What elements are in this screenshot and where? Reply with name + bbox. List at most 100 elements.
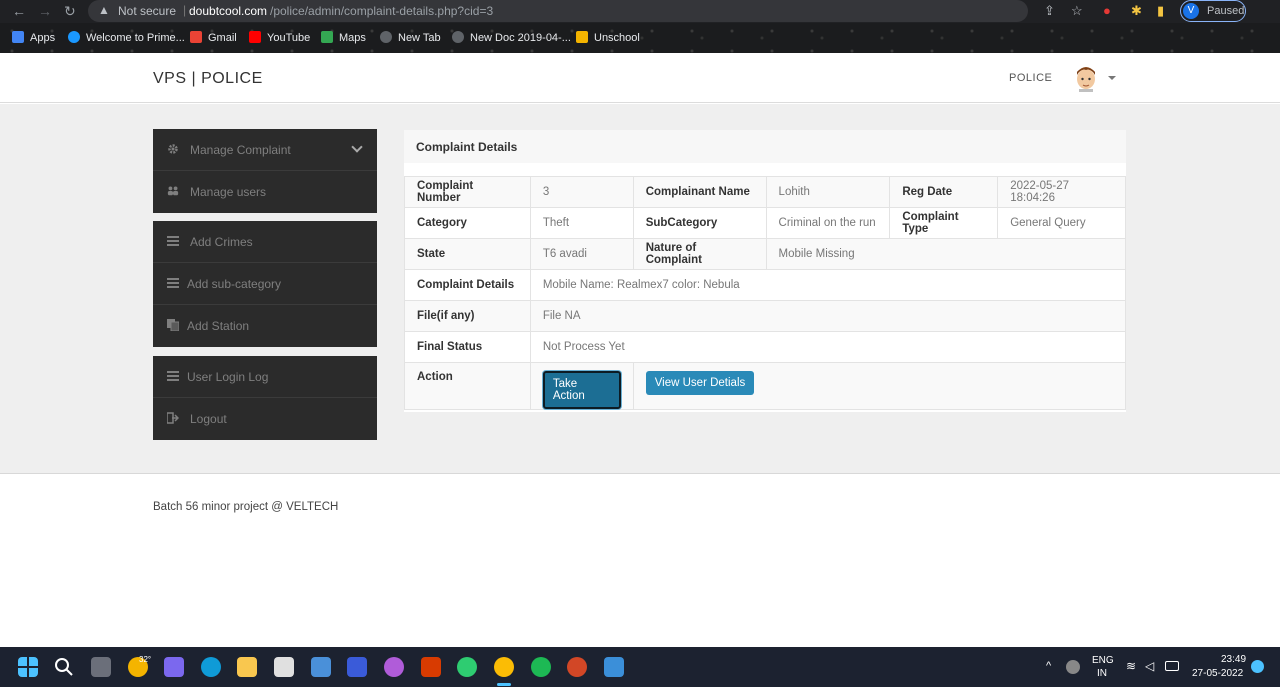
weather-temp: 32° <box>139 655 152 664</box>
app-icon[interactable] <box>347 657 367 677</box>
sidebar-item-add-subcategory[interactable]: Add sub-category <box>153 263 377 305</box>
sidebar-item-label: Manage users <box>190 185 267 199</box>
role-label: POLICE <box>1009 72 1053 84</box>
chrome-icon[interactable] <box>494 657 514 677</box>
store-icon[interactable] <box>274 657 294 677</box>
profile-avatar: V <box>1183 3 1199 19</box>
notification-icon[interactable] <box>1251 660 1264 673</box>
not-secure-label[interactable]: Not secure <box>118 4 176 18</box>
volume-icon[interactable]: ◁ <box>1145 659 1154 673</box>
bookmark-youtube[interactable]: YouTube <box>249 31 310 44</box>
sidebar-item-label: User Login Log <box>187 370 269 384</box>
list-icon <box>167 371 179 381</box>
app-icon[interactable] <box>384 657 404 677</box>
windows-start-icon[interactable] <box>18 657 38 677</box>
table-row: Complaint Details Mobile Name: Realmex7 … <box>404 269 1127 301</box>
sidebar-item-label: Add Crimes <box>190 235 253 249</box>
nature-of-complaint-label: Nature of Complaint <box>632 238 767 270</box>
teams-icon[interactable] <box>164 657 184 677</box>
powerpoint-icon[interactable] <box>567 657 587 677</box>
profile-status: Paused <box>1207 5 1245 17</box>
sidebar-item-logout[interactable]: Logout <box>153 398 377 440</box>
final-status-value: Not Process Yet <box>529 331 1127 363</box>
table-row: File(if any) File NA <box>404 300 1127 332</box>
task-view-icon[interactable] <box>91 657 111 677</box>
tray-app-icon[interactable] <box>1066 660 1080 674</box>
reload-icon[interactable]: ↻ <box>64 3 76 20</box>
edge-icon[interactable] <box>201 657 221 677</box>
complainant-name-label: Complainant Name <box>632 176 767 208</box>
clock-time[interactable]: 23:49 <box>1221 654 1246 665</box>
maps-icon <box>321 31 333 43</box>
table-row: State T6 avadi Nature of Complaint Mobil… <box>404 238 1127 270</box>
search-icon[interactable] <box>54 657 74 677</box>
user-avatar[interactable] <box>1073 64 1099 92</box>
sidebar-item-add-crimes[interactable]: Add Crimes <box>153 221 377 263</box>
complaint-type-value: General Query <box>997 207 1126 239</box>
sidebar-item-label: Manage Complaint <box>190 143 291 157</box>
puzzle-icon[interactable]: ✱ <box>1131 3 1142 19</box>
app-icon[interactable] <box>457 657 477 677</box>
share-icon[interactable]: ⇪ <box>1044 3 1055 19</box>
office-icon[interactable] <box>421 657 441 677</box>
mail-icon[interactable] <box>311 657 331 677</box>
bookmark-newtab[interactable]: New Tab <box>380 31 441 44</box>
browser-address-bar: ← → ↻ ▲ Not secure | doubtcool.com /poli… <box>0 0 1280 23</box>
gmail-icon <box>190 31 202 43</box>
windows-taskbar: 32° ^ ENG IN ≋ ◁ 23:49 27-05-2022 <box>0 647 1280 687</box>
state-value: T6 avadi <box>529 238 634 270</box>
sidebar-item-add-station[interactable]: Add Station <box>153 305 377 347</box>
sidebar-group-session: User Login Log Logout <box>153 356 377 440</box>
complaint-number-label: Complaint Number <box>404 176 531 208</box>
complaint-number-value: 3 <box>529 176 634 208</box>
wifi-icon[interactable]: ≋ <box>1126 659 1136 673</box>
forward-icon[interactable]: → <box>38 3 52 19</box>
profile-button[interactable]: V Paused <box>1180 0 1246 22</box>
panel-title: Complaint Details <box>416 140 518 154</box>
sidebar-item-user-login-log[interactable]: User Login Log <box>153 356 377 398</box>
chevron-up-icon[interactable]: ^ <box>1046 660 1051 672</box>
star-icon[interactable]: ☆ <box>1071 3 1083 19</box>
file-explorer-icon[interactable] <box>237 657 257 677</box>
globe-icon <box>452 31 464 43</box>
battery-icon[interactable] <box>1165 661 1179 671</box>
bookmarks-bar: Apps Welcome to Prime... Gmail YouTube M… <box>0 23 1280 53</box>
bookmark-prime[interactable]: Welcome to Prime... <box>68 31 185 44</box>
clock-date[interactable]: 27-05-2022 <box>1192 668 1243 679</box>
warning-icon: ▲ <box>98 3 110 17</box>
chevron-down-icon[interactable] <box>351 141 363 153</box>
sidebar-item-manage-users[interactable]: Manage users <box>153 171 377 213</box>
bookmark-gmail[interactable]: Gmail <box>190 31 237 44</box>
panel-header: Complaint Details <box>404 130 1126 163</box>
bookmark-newdoc[interactable]: New Doc 2019-04-... <box>452 31 571 44</box>
table-row: Complaint Number 3 Complainant Name Lohi… <box>404 176 1126 208</box>
take-action-button[interactable]: Take Action <box>542 371 621 409</box>
complaint-details-panel: Complaint Details Complaint Number 3 Com… <box>404 130 1127 412</box>
sidebar-item-manage-complaint[interactable]: Manage Complaint <box>153 129 377 171</box>
chevron-down-icon[interactable] <box>1108 76 1116 80</box>
sidepanel-icon[interactable]: ▮ <box>1157 3 1164 19</box>
file-label: File(if any) <box>404 300 531 332</box>
region-label[interactable]: IN <box>1097 668 1107 679</box>
spotify-icon[interactable] <box>531 657 551 677</box>
complaint-details-label: Complaint Details <box>404 269 531 301</box>
url-host: doubtcool.com <box>189 4 268 18</box>
youtube-icon <box>249 31 261 43</box>
bookmark-maps[interactable]: Maps <box>321 31 366 44</box>
gear-icon <box>168 144 178 154</box>
extension-red-icon[interactable]: ● <box>1103 3 1111 18</box>
copy-icon <box>167 319 179 331</box>
category-value: Theft <box>529 207 634 239</box>
bookmark-unschool[interactable]: Unschool <box>576 31 640 44</box>
language-label[interactable]: ENG <box>1092 655 1114 666</box>
url-separator: | <box>183 3 187 17</box>
sidebar-group-admin: Add Crimes Add sub-category Add Station <box>153 221 377 347</box>
view-user-details-button[interactable]: View User Detials <box>645 371 755 395</box>
photos-icon[interactable] <box>604 657 624 677</box>
back-icon[interactable]: ← <box>12 3 26 19</box>
sidebar-item-label: Logout <box>190 412 227 426</box>
category-label: Category <box>404 207 531 239</box>
bookmark-apps[interactable]: Apps <box>12 31 55 44</box>
brand-title[interactable]: VPS | POLICE <box>153 70 263 88</box>
url-bar[interactable]: ▲ Not secure | doubtcool.com /police/adm… <box>88 0 1028 22</box>
